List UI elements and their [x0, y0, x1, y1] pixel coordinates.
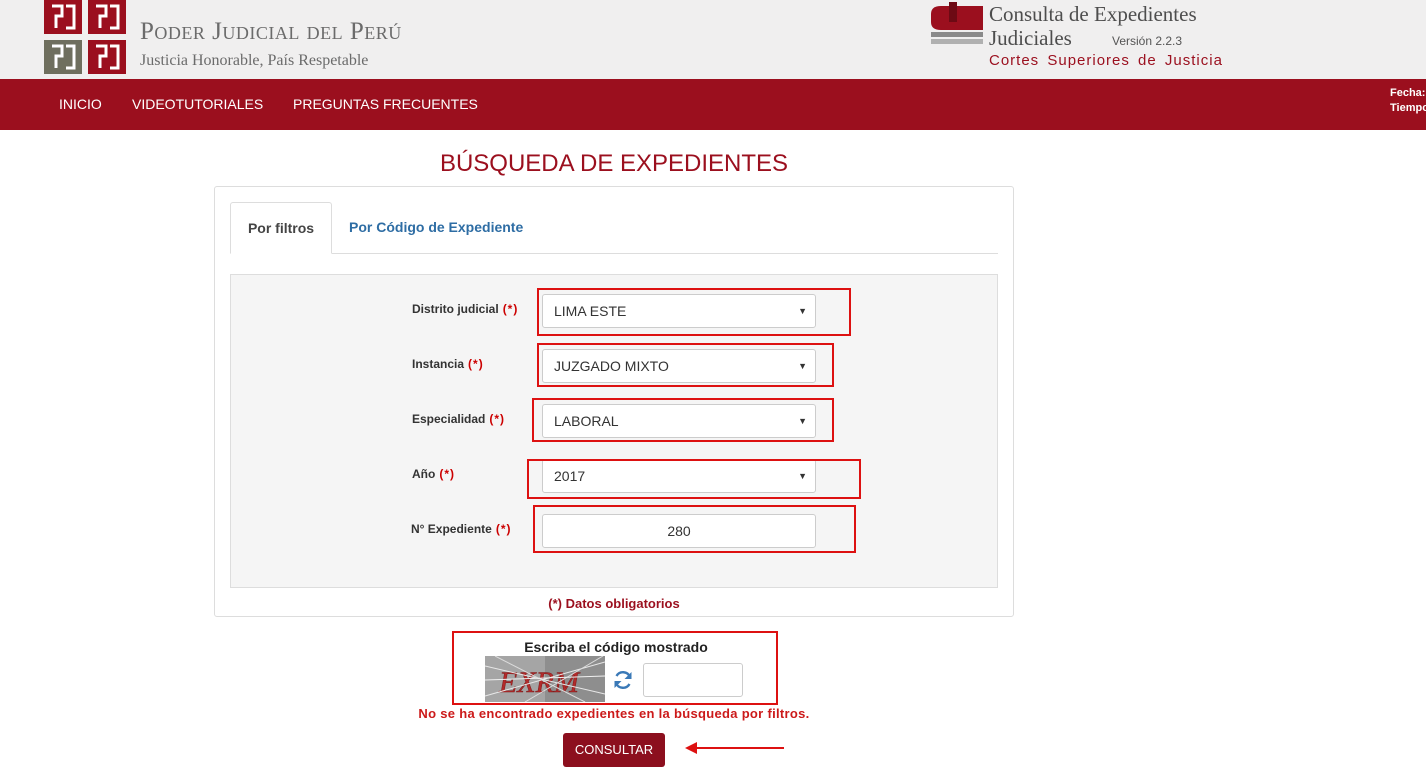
expediente-label: N° Expediente (*) [411, 522, 512, 536]
highlight-box [533, 505, 856, 553]
nav-videotutoriales[interactable]: VIDEOTUTORIALES [132, 96, 263, 112]
anio-label: Año (*) [412, 467, 455, 481]
institution-subtitle: Justicia Honorable, País Respetable [140, 52, 369, 69]
especialidad-label: Especialidad (*) [412, 412, 506, 426]
consultar-button[interactable]: CONSULTAR [563, 733, 665, 767]
tab-por-codigo[interactable]: Por Código de Expediente [349, 219, 523, 235]
required-marker: (*) [502, 302, 519, 316]
highlight-box [537, 343, 834, 387]
app-version: Versión 2.2.3 [1112, 34, 1183, 48]
tab-divider [230, 253, 998, 254]
cortes-subtitle: Cortes Superiores de Justicia [989, 52, 1223, 69]
required-marker: (*) [439, 467, 455, 481]
institution-title: Poder Judicial del Perú [140, 18, 402, 45]
required-note: (*) Datos obligatorios [548, 596, 680, 611]
highlight-box [537, 288, 851, 336]
nav-inicio[interactable]: INICIO [59, 96, 102, 112]
refresh-icon[interactable] [612, 669, 634, 691]
fecha-label: Fecha: [1390, 87, 1426, 99]
app-title-line2: Judiciales [989, 26, 1072, 50]
page-title: BÚSQUEDA DE EXPEDIENTES [439, 150, 789, 177]
arrow-left-icon [685, 742, 784, 754]
required-marker: (*) [468, 357, 484, 371]
books-icon [931, 2, 983, 44]
site-header: Poder Judicial del Perú Justicia Honorab… [0, 0, 1426, 79]
captcha-input[interactable] [643, 663, 743, 697]
captcha-title: Escriba el código mostrado [524, 639, 708, 655]
app-title-line1: Consulta de Expedientes [989, 2, 1197, 26]
tab-por-filtros[interactable]: Por filtros [230, 202, 332, 254]
main-navbar: INICIO VIDEOTUTORIALES PREGUNTAS FRECUEN… [0, 79, 1426, 130]
poder-judicial-logo [44, 0, 126, 74]
required-marker: (*) [489, 412, 506, 426]
required-marker: (*) [495, 522, 512, 536]
instancia-label: Instancia (*) [412, 357, 484, 371]
tiempo-label: Tiempo [1390, 102, 1426, 114]
highlight-box [527, 459, 861, 499]
captcha-image: EXRM [485, 656, 605, 702]
nav-preguntas-frecuentes[interactable]: PREGUNTAS FRECUENTES [293, 96, 478, 112]
highlight-box [532, 398, 834, 442]
error-message: No se ha encontrado expedientes en la bú… [418, 706, 810, 721]
distrito-label: Distrito judicial (*) [412, 302, 519, 316]
